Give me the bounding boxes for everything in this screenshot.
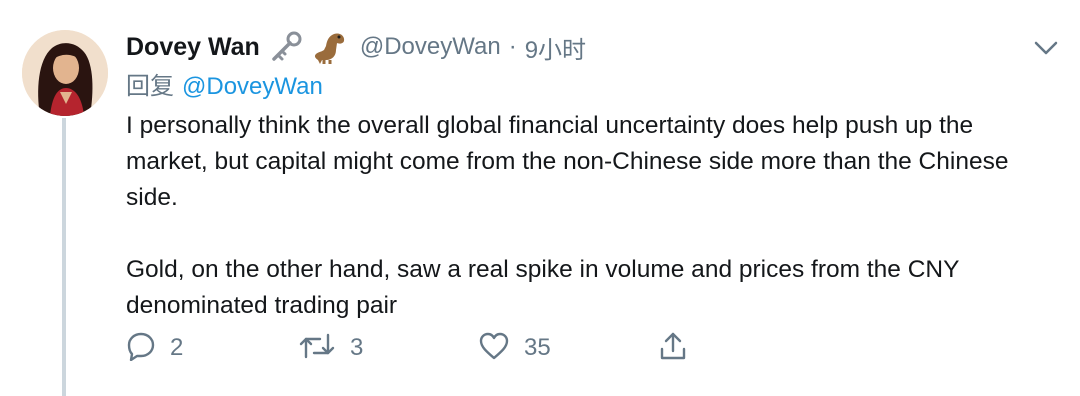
separator-dot: · — [508, 33, 517, 60]
reply-button[interactable]: 2 — [126, 330, 298, 366]
tweet-actions: 2 3 35 — [126, 330, 688, 366]
tweet-timestamp[interactable]: 9小时 — [525, 30, 586, 65]
retweet-button[interactable]: 3 — [298, 330, 478, 366]
reply-mention-link[interactable]: @DoveyWan — [182, 73, 323, 100]
more-options-chevron-icon[interactable] — [1030, 34, 1062, 62]
like-count: 35 — [524, 334, 551, 361]
author-name[interactable]: Dovey Wan — [126, 33, 260, 62]
share-button[interactable] — [658, 330, 688, 366]
thread-connector-line — [62, 118, 66, 396]
dinosaur-emoji-icon — [312, 30, 348, 64]
tweet-text: I personally think the overall global fi… — [126, 112, 1009, 319]
share-icon — [658, 330, 688, 367]
retweet-count: 3 — [350, 334, 364, 361]
replying-to: 回复 @DoveyWan — [126, 68, 1056, 106]
like-button[interactable]: 35 — [478, 330, 658, 366]
heart-icon — [478, 331, 510, 366]
reply-prefix: 回复 — [126, 73, 174, 100]
reply-count: 2 — [170, 334, 184, 361]
reply-icon — [126, 331, 156, 366]
tweet-header: Dovey Wan @DoveyWan · 9小时 — [126, 28, 1056, 66]
author-handle[interactable]: @DoveyWan — [360, 33, 501, 61]
retweet-icon — [298, 331, 336, 366]
key-emoji-icon — [268, 31, 304, 63]
avatar[interactable] — [22, 30, 108, 116]
